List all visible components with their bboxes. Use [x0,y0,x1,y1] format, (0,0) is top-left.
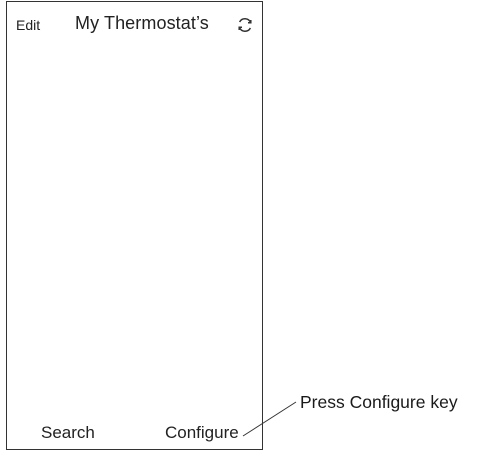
callout-annotation: Press Configure key [300,392,458,412]
search-button[interactable]: Search [41,423,95,443]
thermostat-list [7,42,262,412]
phone-screen: Edit My Thermostat’s Search Configure [6,1,263,450]
configure-button[interactable]: Configure [165,423,239,443]
refresh-icon [238,18,252,32]
refresh-button[interactable] [235,15,255,35]
page-title: My Thermostat’s [75,13,209,33]
edit-button[interactable]: Edit [16,17,40,33]
